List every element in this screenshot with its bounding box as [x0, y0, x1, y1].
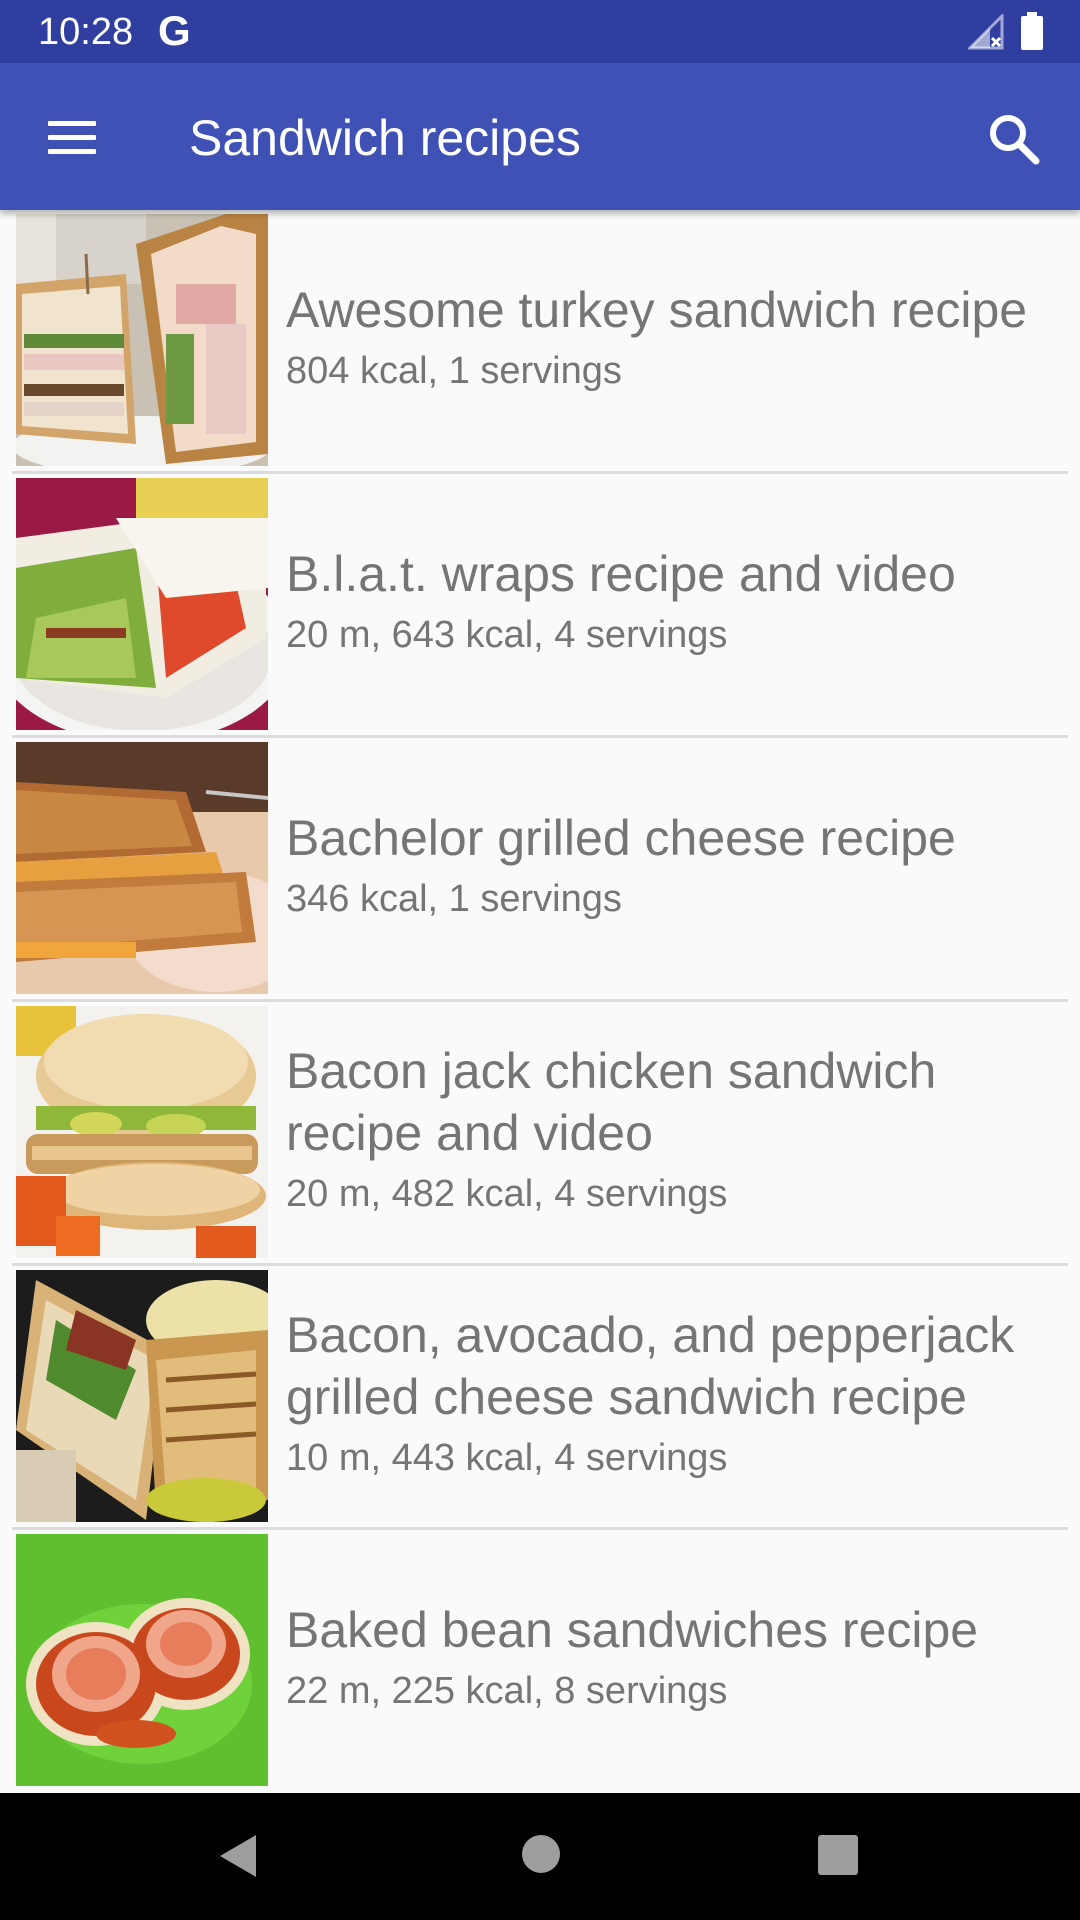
- recipe-meta: 20 m, 643 kcal, 4 servings: [286, 614, 728, 656]
- recipe-title: B.l.a.t. wraps recipe and video: [286, 546, 956, 602]
- recipe-item[interactable]: Bachelor grilled cheese recipe 346 kcal,…: [12, 738, 1068, 1002]
- recipe-title: Baked bean sandwiches recipe: [286, 1602, 979, 1658]
- recipe-item[interactable]: Bacon jack chicken sandwich recipe and v…: [12, 1002, 1068, 1266]
- recipe-title: Bacon, avocado, and pepperjack grilled c…: [286, 1307, 1015, 1425]
- recipe-item[interactable]: Baked bean sandwiches recipe 22 m, 225 k…: [12, 1530, 1068, 1793]
- recipe-text: Bachelor grilled cheese recipe 346 kcal,…: [286, 738, 1066, 996]
- turkey-club-sandwich-image: [16, 214, 268, 466]
- recipe-text: Bacon jack chicken sandwich recipe and v…: [286, 1002, 1066, 1260]
- signal-icon: [968, 14, 1004, 50]
- status-bar: 10:28 G: [0, 0, 1080, 63]
- google-icon: G: [158, 7, 191, 54]
- recipe-item[interactable]: Awesome turkey sandwich recipe 804 kcal,…: [12, 210, 1068, 474]
- grilled-cheese-image: [16, 742, 268, 994]
- recipe-meta: 22 m, 225 kcal, 8 servings: [286, 1670, 728, 1712]
- blat-wrap-image: [16, 478, 268, 730]
- app-bar: Sandwich recipes: [0, 63, 1080, 210]
- recipe-text: B.l.a.t. wraps recipe and video 20 m, 64…: [286, 474, 1066, 732]
- recipe-text: Awesome turkey sandwich recipe 804 kcal,…: [286, 210, 1066, 468]
- recents-icon[interactable]: [818, 1835, 858, 1875]
- recipe-title: Bacon jack chicken sandwich recipe and v…: [286, 1043, 937, 1161]
- baked-bean-sandwich-image: [16, 1534, 268, 1786]
- chicken-burger-image: [16, 1006, 268, 1258]
- recipe-title: Bachelor grilled cheese recipe: [286, 810, 956, 866]
- recipe-meta: 10 m, 443 kcal, 4 servings: [286, 1437, 728, 1479]
- home-icon[interactable]: [522, 1835, 560, 1873]
- recipe-meta: 346 kcal, 1 servings: [286, 878, 622, 920]
- panini-sandwich-image: [16, 1270, 268, 1522]
- status-time: 10:28: [38, 11, 134, 53]
- menu-icon[interactable]: [44, 115, 100, 159]
- recipe-list[interactable]: Awesome turkey sandwich recipe 804 kcal,…: [0, 210, 1080, 1793]
- back-icon[interactable]: [218, 1833, 258, 1879]
- page-title: Sandwich recipes: [189, 110, 581, 166]
- battery-icon: [1021, 12, 1043, 50]
- recipe-text: Baked bean sandwiches recipe 22 m, 225 k…: [286, 1530, 1066, 1788]
- recipe-text: Bacon, avocado, and pepperjack grilled c…: [286, 1266, 1066, 1524]
- recipe-item[interactable]: Bacon, avocado, and pepperjack grilled c…: [12, 1266, 1068, 1530]
- recipe-meta: 804 kcal, 1 servings: [286, 350, 622, 392]
- recipe-item[interactable]: B.l.a.t. wraps recipe and video 20 m, 64…: [12, 474, 1068, 738]
- navigation-bar: [0, 1793, 1080, 1920]
- recipe-title: Awesome turkey sandwich recipe: [286, 282, 1028, 338]
- search-icon[interactable]: [986, 111, 1042, 167]
- recipe-meta: 20 m, 482 kcal, 4 servings: [286, 1173, 728, 1215]
